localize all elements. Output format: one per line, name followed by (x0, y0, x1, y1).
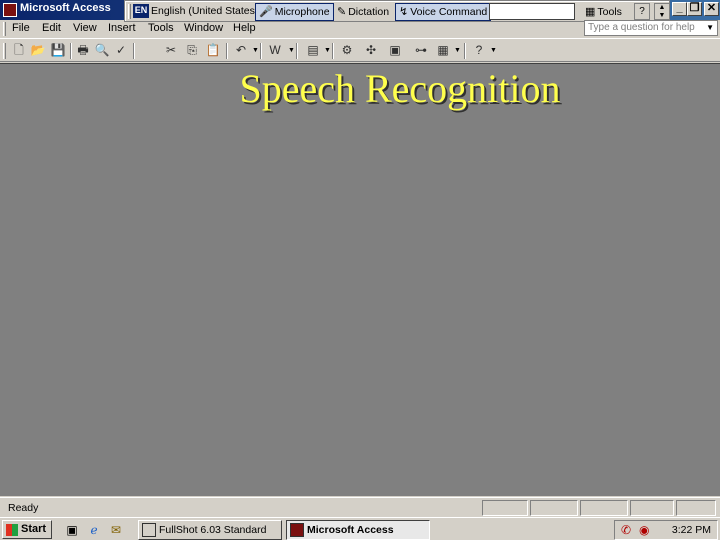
start-label: Start (21, 523, 47, 535)
status-bar: Ready (0, 497, 720, 517)
status-pane (530, 500, 578, 516)
slide-title-container: Speech Recognition (0, 0, 720, 130)
show-desktop-icon[interactable]: ▣ (64, 522, 80, 538)
slide-title: Speech Recognition (239, 66, 561, 111)
start-button[interactable]: Start (2, 520, 52, 539)
status-pane (676, 500, 716, 516)
taskbar-item-fullshot[interactable]: FullShot 6.03 Standard (138, 520, 282, 540)
outlook-express-icon[interactable]: ✉ (108, 522, 124, 538)
taskbar: Start ▣ ℯ ✉ FullShot 6.03 Standard Micro… (0, 517, 720, 540)
access-app-icon (290, 523, 304, 537)
status-pane (482, 500, 528, 516)
volume-icon[interactable]: ◉ (639, 523, 649, 537)
taskbar-item-label: Microsoft Access (307, 524, 394, 536)
taskbar-item-label: FullShot 6.03 Standard (159, 524, 267, 536)
system-tray: ✆ ◉ 3:22 PM (614, 520, 718, 540)
status-text: Ready (8, 502, 39, 514)
status-pane (630, 500, 674, 516)
taskbar-item-microsoft-access[interactable]: Microsoft Access (286, 520, 430, 540)
windows-logo-icon (6, 524, 18, 536)
internet-explorer-icon[interactable]: ℯ (86, 522, 102, 538)
speech-tray-icon[interactable]: ✆ (621, 523, 631, 537)
status-pane (580, 500, 628, 516)
clock[interactable]: 3:22 PM (672, 524, 711, 536)
fullshot-icon (142, 523, 156, 537)
